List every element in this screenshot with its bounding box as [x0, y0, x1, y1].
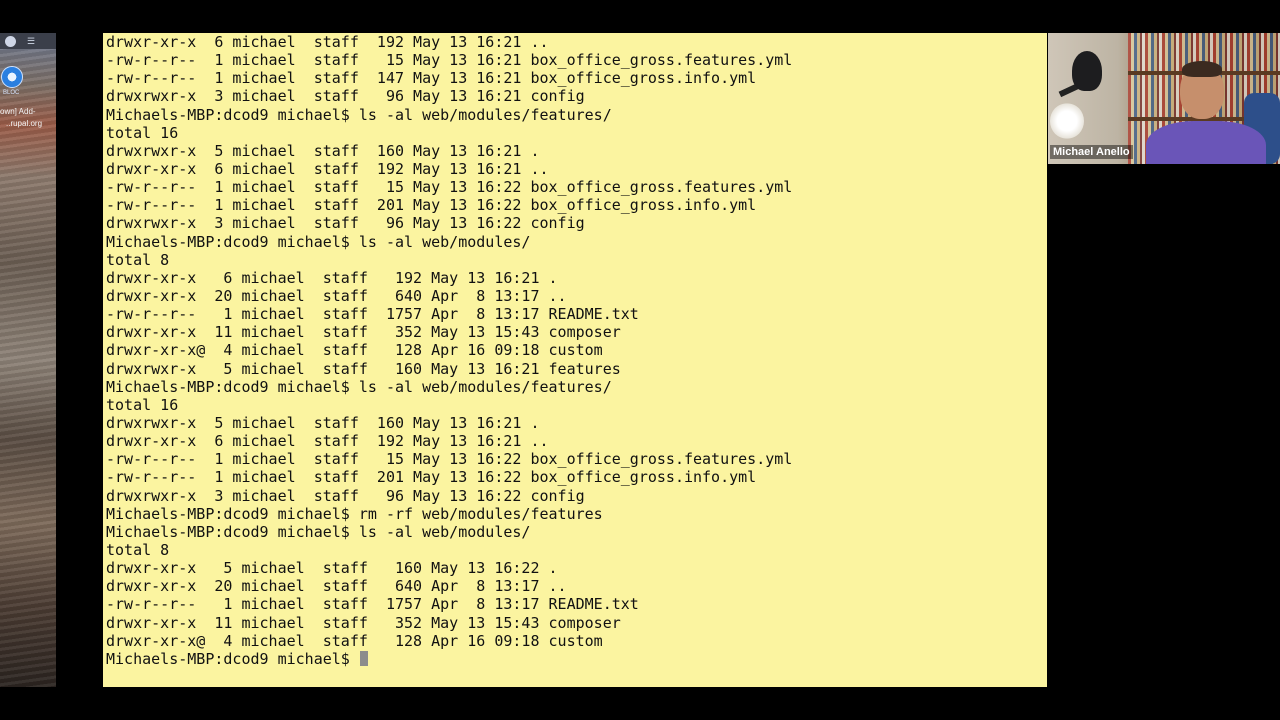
wall-light	[1050, 103, 1084, 139]
menubar-icon[interactable]	[5, 36, 16, 47]
terminal-line: -rw-r--r-- 1 michael staff 15 May 13 16:…	[106, 51, 793, 70]
terminal-line: drwxr-xr-x 6 michael staff 192 May 13 16…	[106, 432, 549, 451]
terminal-line: Michaels-MBP:dcod9 michael$ ls -al web/m…	[106, 522, 531, 541]
terminal-line: drwxrwxr-x 5 michael staff 160 May 13 16…	[106, 413, 540, 432]
terminal-line: -rw-r--r-- 1 michael staff 147 May 13 16…	[106, 69, 757, 88]
terminal-line: drwxr-xr-x 6 michael staff 192 May 13 16…	[106, 268, 558, 287]
terminal-output: drwxr-xr-x 6 michael staff 192 May 13 16…	[106, 33, 792, 668]
grid-icon[interactable]: ☰	[27, 36, 39, 46]
terminal-window[interactable]: drwxr-xr-x 6 michael staff 192 May 13 16…	[103, 33, 1047, 687]
participant-name-label: Michael Anello	[1050, 145, 1133, 159]
terminal-line: Michaels-MBP:dcod9 michael$ ls -al web/m…	[106, 105, 612, 124]
terminal-line: Michaels-MBP:dcod9 michael$ ls -al web/m…	[106, 232, 531, 251]
terminal-line: total 8	[106, 250, 170, 269]
terminal-line: -rw-r--r-- 1 michael staff 15 May 13 16:…	[106, 178, 793, 197]
terminal-line: drwxrwxr-x 3 michael staff 96 May 13 16:…	[106, 214, 585, 233]
terminal-line: drwxr-xr-x 20 michael staff 640 Apr 8 13…	[106, 577, 567, 596]
terminal-line: -rw-r--r-- 1 michael staff 15 May 13 16:…	[106, 450, 793, 469]
safari-icon-label: BLOC	[3, 90, 20, 96]
terminal-line: drwxr-xr-x 20 michael staff 640 Apr 8 13…	[106, 286, 567, 305]
terminal-line: -rw-r--r-- 1 michael staff 1757 Apr 8 13…	[106, 305, 639, 324]
terminal-line: total 16	[106, 395, 179, 414]
desktop-background	[0, 33, 56, 687]
browser-tab-label[interactable]: own] Add-	[0, 107, 36, 116]
terminal-line: -rw-r--r-- 1 michael staff 201 May 13 16…	[106, 196, 757, 215]
terminal-line: total 8	[106, 540, 170, 559]
terminal-line: drwxrwxr-x 3 michael staff 96 May 13 16:…	[106, 87, 585, 106]
terminal-line: -rw-r--r-- 1 michael staff 1757 Apr 8 13…	[106, 595, 639, 614]
terminal-line: drwxrwxr-x 3 michael staff 96 May 13 16:…	[106, 486, 585, 505]
text-cursor	[359, 650, 368, 666]
safari-icon[interactable]	[1, 66, 23, 88]
terminal-line: Michaels-MBP:dcod9 michael$ ls -al web/m…	[106, 377, 612, 396]
terminal-line: drwxr-xr-x@ 4 michael staff 128 Apr 16 0…	[106, 341, 603, 360]
terminal-line: drwxr-xr-x@ 4 michael staff 128 Apr 16 0…	[106, 631, 603, 650]
participant-video-tile[interactable]: Michael Anello	[1048, 33, 1280, 164]
terminal-line: drwxr-xr-x 6 michael staff 192 May 13 16…	[106, 159, 549, 178]
terminal-line: -rw-r--r-- 1 michael staff 201 May 13 16…	[106, 468, 757, 487]
terminal-line: drwxr-xr-x 11 michael staff 352 May 13 1…	[106, 323, 621, 342]
terminal-line: drwxr-xr-x 6 michael staff 192 May 13 16…	[106, 33, 549, 51]
terminal-line: total 16	[106, 123, 179, 142]
microphone-icon	[1072, 51, 1102, 91]
terminal-line: drwxr-xr-x 11 michael staff 352 May 13 1…	[106, 613, 621, 632]
terminal-line: drwxr-xr-x 5 michael staff 160 May 13 16…	[106, 559, 558, 578]
terminal-line: drwxrwxr-x 5 michael staff 160 May 13 16…	[106, 141, 540, 160]
terminal-prompt: Michaels-MBP:dcod9 michael$	[106, 649, 359, 668]
terminal-line: drwxrwxr-x 5 michael staff 160 May 13 16…	[106, 359, 621, 378]
terminal-line: Michaels-MBP:dcod9 michael$ rm -rf web/m…	[106, 504, 603, 523]
participant-body	[1146, 121, 1266, 164]
participant-hair	[1182, 61, 1222, 77]
browser-tab-url[interactable]: ..rupal.org	[6, 119, 42, 128]
terminal-prompt-line[interactable]: Michaels-MBP:dcod9 michael$	[106, 650, 792, 668]
